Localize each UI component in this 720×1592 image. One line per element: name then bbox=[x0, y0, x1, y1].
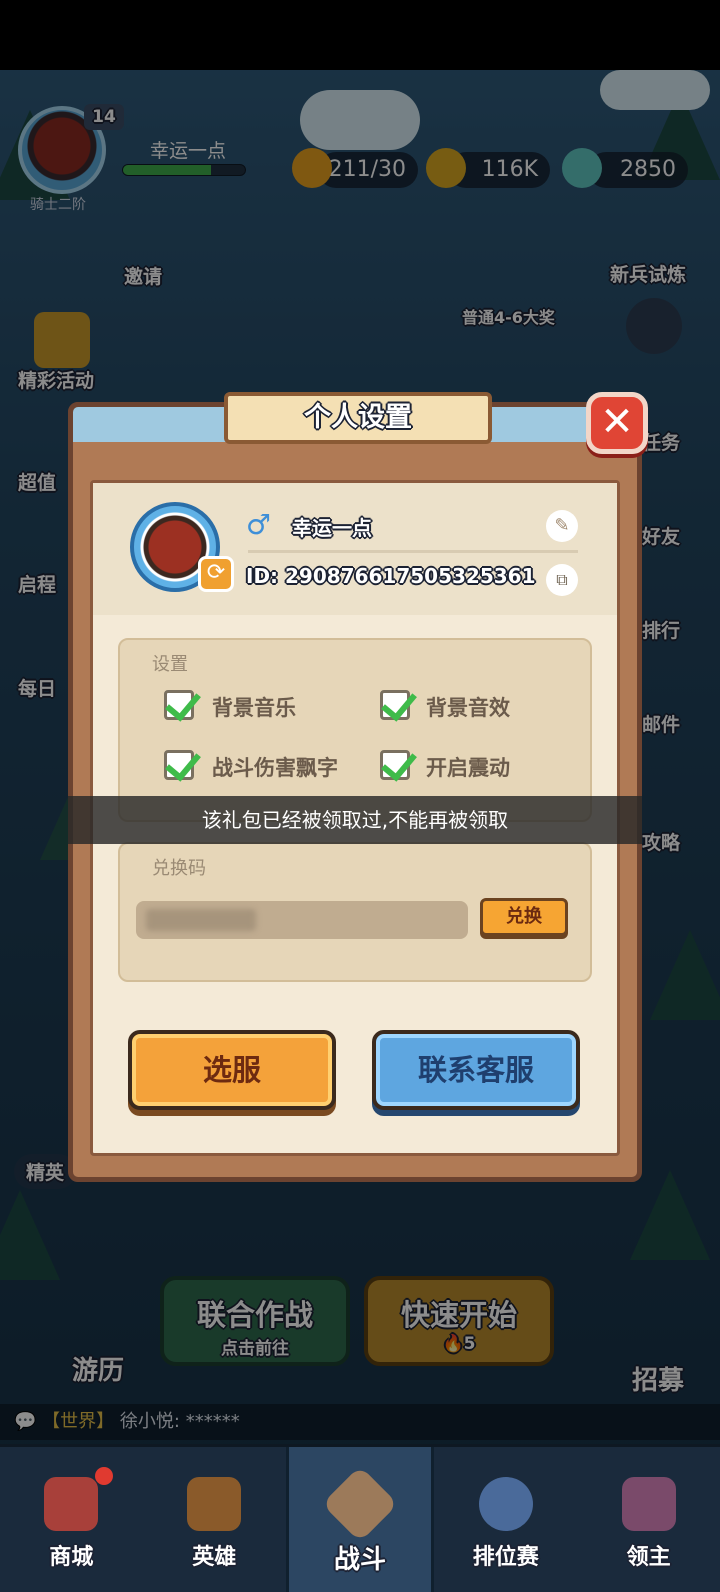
damage-text-checkbox[interactable] bbox=[164, 750, 194, 780]
nav-lord[interactable]: 领主 bbox=[577, 1447, 720, 1592]
bgm-checkbox[interactable] bbox=[164, 690, 194, 720]
sfx-checkbox[interactable] bbox=[380, 690, 410, 720]
profile-divider bbox=[248, 550, 578, 553]
contact-support-button[interactable]: 联系客服 bbox=[372, 1030, 580, 1110]
profile-name: 幸运一点 bbox=[292, 516, 372, 540]
nav-shop-label: 商城 bbox=[49, 1545, 94, 1570]
sfx-label: 背景音效 bbox=[426, 696, 510, 720]
nav-heroes[interactable]: 英雄 bbox=[143, 1447, 286, 1592]
close-button[interactable]: ✕ bbox=[586, 392, 648, 454]
toast-message: 该礼包已经被领取过,不能再被领取 bbox=[68, 796, 642, 844]
bottom-nav: 商城 英雄 战斗 排位赛 领主 bbox=[0, 1444, 720, 1592]
nav-lord-label: 领主 bbox=[626, 1545, 671, 1570]
nav-ranked-label: 排位赛 bbox=[472, 1545, 539, 1570]
redeem-button[interactable]: 兑换 bbox=[480, 898, 568, 936]
bgm-label: 背景音乐 bbox=[212, 696, 296, 720]
nav-heroes-label: 英雄 bbox=[192, 1545, 237, 1570]
lord-castle-icon bbox=[621, 1477, 676, 1531]
swords-icon bbox=[321, 1465, 399, 1543]
nav-battle[interactable]: 战斗 bbox=[285, 1447, 435, 1592]
hero-card-icon bbox=[187, 1477, 242, 1531]
select-server-button[interactable]: 选服 bbox=[128, 1030, 336, 1110]
copy-id-icon[interactable]: ⧉ bbox=[546, 564, 578, 596]
damage-text-label: 战斗伤害飘字 bbox=[212, 756, 338, 780]
vibration-checkbox[interactable] bbox=[380, 750, 410, 780]
rank-shield-icon bbox=[478, 1477, 533, 1531]
shop-icon bbox=[44, 1477, 99, 1531]
edit-name-icon[interactable]: ✎ bbox=[546, 510, 578, 542]
redeem-label: 兑换码 bbox=[152, 858, 206, 879]
dialog-title: 个人设置 bbox=[202, 392, 514, 446]
vibration-label: 开启震动 bbox=[426, 756, 510, 780]
redeem-code-input[interactable] bbox=[136, 901, 468, 939]
close-icon: ✕ bbox=[600, 399, 634, 445]
nav-ranked[interactable]: 排位赛 bbox=[434, 1447, 577, 1592]
nav-shop[interactable]: 商城 bbox=[0, 1447, 143, 1592]
settings-label: 设置 bbox=[152, 654, 188, 675]
settings-box bbox=[118, 638, 592, 822]
gender-male-icon: ♂ bbox=[246, 508, 272, 541]
notification-dot bbox=[94, 1467, 113, 1485]
nav-battle-label: 战斗 bbox=[333, 1545, 386, 1575]
change-avatar-icon[interactable]: ⟳ bbox=[198, 556, 234, 592]
player-id: ID: 2908766175053253​61 bbox=[246, 564, 536, 588]
